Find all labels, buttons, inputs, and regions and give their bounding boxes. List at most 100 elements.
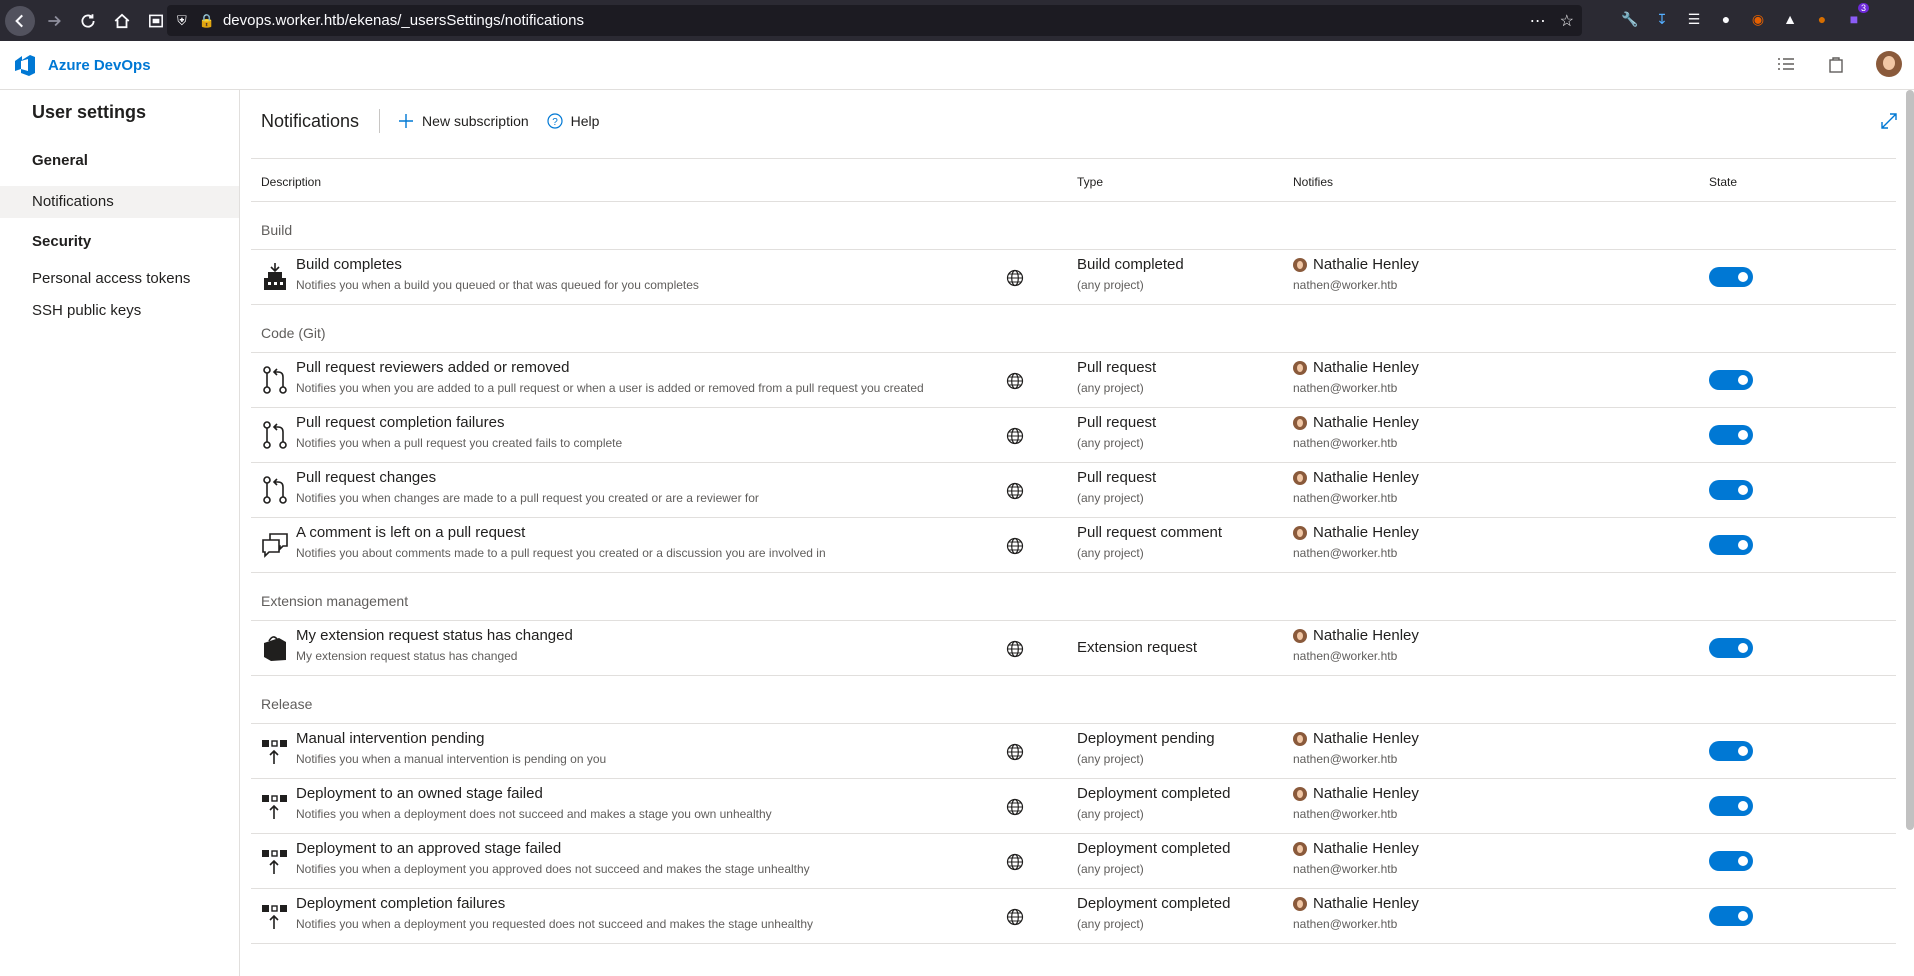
notifies-user-email: nathen@worker.htb <box>1293 752 1398 766</box>
subscription-state-toggle[interactable] <box>1709 425 1753 445</box>
subscription-state-toggle[interactable] <box>1709 480 1753 500</box>
column-header-notifies[interactable]: Notifies <box>1293 175 1333 189</box>
page-scrollbar[interactable] <box>1906 90 1914 830</box>
back-icon[interactable] <box>5 5 35 36</box>
sidebar-item-ssh-public-keys[interactable]: SSH public keys <box>0 295 239 327</box>
subscription-title[interactable]: Pull request reviewers added or removed <box>296 359 569 376</box>
subscription-state-toggle[interactable] <box>1709 370 1753 390</box>
subscription-title[interactable]: A comment is left on a pull request <box>296 524 525 541</box>
subscription-title[interactable]: My extension request status has changed <box>296 627 573 644</box>
comment-icon <box>261 530 289 560</box>
sidebar-section-security: Security <box>32 233 92 250</box>
notifies-user-email: nathen@worker.htb <box>1293 491 1398 505</box>
library-icon[interactable]: ☰ <box>1684 9 1704 29</box>
subscription-description: Notifies you when a deployment does not … <box>296 807 772 821</box>
subscription-scope: (any project) <box>1077 381 1144 395</box>
notifications-toolbar: Notifications New subscription ? Help <box>261 108 617 134</box>
subscription-type: Deployment completed <box>1077 895 1231 912</box>
brand-name[interactable]: Azure DevOps <box>48 57 151 74</box>
svg-text:?: ? <box>552 117 558 128</box>
subscription-title[interactable]: Deployment to an owned stage failed <box>296 785 543 802</box>
help-icon: ? <box>547 113 563 129</box>
subscription-scope: (any project) <box>1077 278 1144 292</box>
download-icon[interactable]: ↧ <box>1652 9 1672 29</box>
subscription-title[interactable]: Manual intervention pending <box>296 730 484 747</box>
subscription-row[interactable]: A comment is left on a pull request Notif… <box>251 518 1896 573</box>
notifies-user-name: Nathalie Henley <box>1313 840 1419 857</box>
column-header-state[interactable]: State <box>1709 175 1737 189</box>
subscription-title[interactable]: Build completes <box>296 256 402 273</box>
globe-icon <box>1006 640 1024 658</box>
subscription-row[interactable]: Deployment to an approved stage failed No… <box>251 834 1896 889</box>
subscription-state-toggle[interactable] <box>1709 906 1753 926</box>
azure-devops-logo-icon[interactable] <box>12 52 38 78</box>
user-avatar-small <box>1293 257 1307 272</box>
subscription-state-toggle[interactable] <box>1709 851 1753 871</box>
url-text[interactable]: devops.worker.htb/ekenas/_usersSettings/… <box>223 12 584 29</box>
subscription-state-toggle[interactable] <box>1709 796 1753 816</box>
subscription-state-toggle[interactable] <box>1709 267 1753 287</box>
subscription-row[interactable]: Pull request completion failures Notifies… <box>251 408 1896 463</box>
forward-icon[interactable] <box>39 6 69 36</box>
insecure-lock-icon[interactable]: 🔒 <box>199 13 215 29</box>
notifies-user: Nathalie Henley <box>1293 524 1419 541</box>
subscription-description: Notifies you when a deployment you appro… <box>296 862 810 876</box>
home-icon[interactable] <box>107 6 137 36</box>
subscription-scope: (any project) <box>1077 862 1144 876</box>
settings-sidebar: User settings General Notifications Secu… <box>0 90 240 976</box>
subscription-row[interactable]: Deployment completion failures Notifies y… <box>251 889 1896 944</box>
new-subscription-button[interactable]: New subscription <box>398 113 529 129</box>
fullscreen-expand-icon[interactable] <box>1880 112 1898 135</box>
user-avatar-small <box>1293 415 1307 430</box>
task-list-icon[interactable] <box>1776 54 1796 74</box>
globe-icon <box>1006 482 1024 500</box>
extension-icon[interactable]: ▲ <box>1780 9 1800 29</box>
wrench-icon[interactable]: 🔧 <box>1620 9 1640 29</box>
url-bar[interactable]: ⛨ 🔒 devops.worker.htb/ekenas/_usersSetti… <box>167 5 1582 36</box>
bookmark-star-icon[interactable]: ☆ <box>1560 11 1574 31</box>
shield-icon[interactable]: ⛨ <box>177 13 187 29</box>
subscription-state-toggle[interactable] <box>1709 535 1753 555</box>
help-button[interactable]: ? Help <box>547 113 599 129</box>
page-actions-icon[interactable]: ⋯ <box>1530 11 1546 31</box>
notifies-user-name: Nathalie Henley <box>1313 359 1419 376</box>
sidebar-item-personal-access-tokens[interactable]: Personal access tokens <box>0 263 239 295</box>
subscription-scope: (any project) <box>1077 917 1144 931</box>
foxyproxy-icon[interactable]: ◉ <box>1748 9 1768 29</box>
notifies-user: Nathalie Henley <box>1293 469 1419 486</box>
subscription-row[interactable]: Pull request reviewers added or removed N… <box>251 353 1896 408</box>
extension-badge-icon[interactable]: ■ 3 <box>1844 3 1869 29</box>
notifies-user-email: nathen@worker.htb <box>1293 917 1398 931</box>
notifies-user-email: nathen@worker.htb <box>1293 278 1398 292</box>
notifies-user: Nathalie Henley <box>1293 730 1419 747</box>
subscription-scope: (any project) <box>1077 752 1144 766</box>
globe-icon <box>1006 853 1024 871</box>
subscription-title[interactable]: Deployment completion failures <box>296 895 505 912</box>
subscription-row[interactable]: Pull request changes Notifies you when ch… <box>251 463 1896 518</box>
subscription-row[interactable]: Build completes Notifies you when a build… <box>251 250 1896 305</box>
subscription-state-toggle[interactable] <box>1709 638 1753 658</box>
extension-icon[interactable]: ● <box>1716 9 1736 29</box>
user-avatar-small <box>1293 470 1307 485</box>
marketplace-bag-icon[interactable] <box>1826 54 1846 74</box>
sidebar-item-notifications[interactable]: Notifications <box>0 186 239 218</box>
column-header-type[interactable]: Type <box>1077 175 1103 189</box>
subscription-title[interactable]: Pull request changes <box>296 469 436 486</box>
user-avatar[interactable] <box>1876 51 1902 77</box>
subscription-description: Notifies you when changes are made to a … <box>296 491 759 505</box>
subscription-title[interactable]: Deployment to an approved stage failed <box>296 840 561 857</box>
page-title: Notifications <box>261 110 360 131</box>
table-header: Description Type Notifies State <box>251 158 1896 202</box>
group-header: Build <box>251 202 1896 250</box>
subscription-title[interactable]: Pull request completion failures <box>296 414 504 431</box>
reload-icon[interactable] <box>73 6 103 36</box>
subscription-row[interactable]: Deployment to an owned stage failed Notif… <box>251 779 1896 834</box>
subscription-type: Deployment completed <box>1077 785 1231 802</box>
globe-icon <box>1006 537 1024 555</box>
column-header-description[interactable]: Description <box>261 175 321 189</box>
cookie-icon[interactable]: ● <box>1812 9 1832 29</box>
subscription-row[interactable]: My extension request status has changed M… <box>251 621 1896 676</box>
notifies-user-email: nathen@worker.htb <box>1293 436 1398 450</box>
subscription-state-toggle[interactable] <box>1709 741 1753 761</box>
subscription-row[interactable]: Manual intervention pending Notifies you … <box>251 724 1896 779</box>
